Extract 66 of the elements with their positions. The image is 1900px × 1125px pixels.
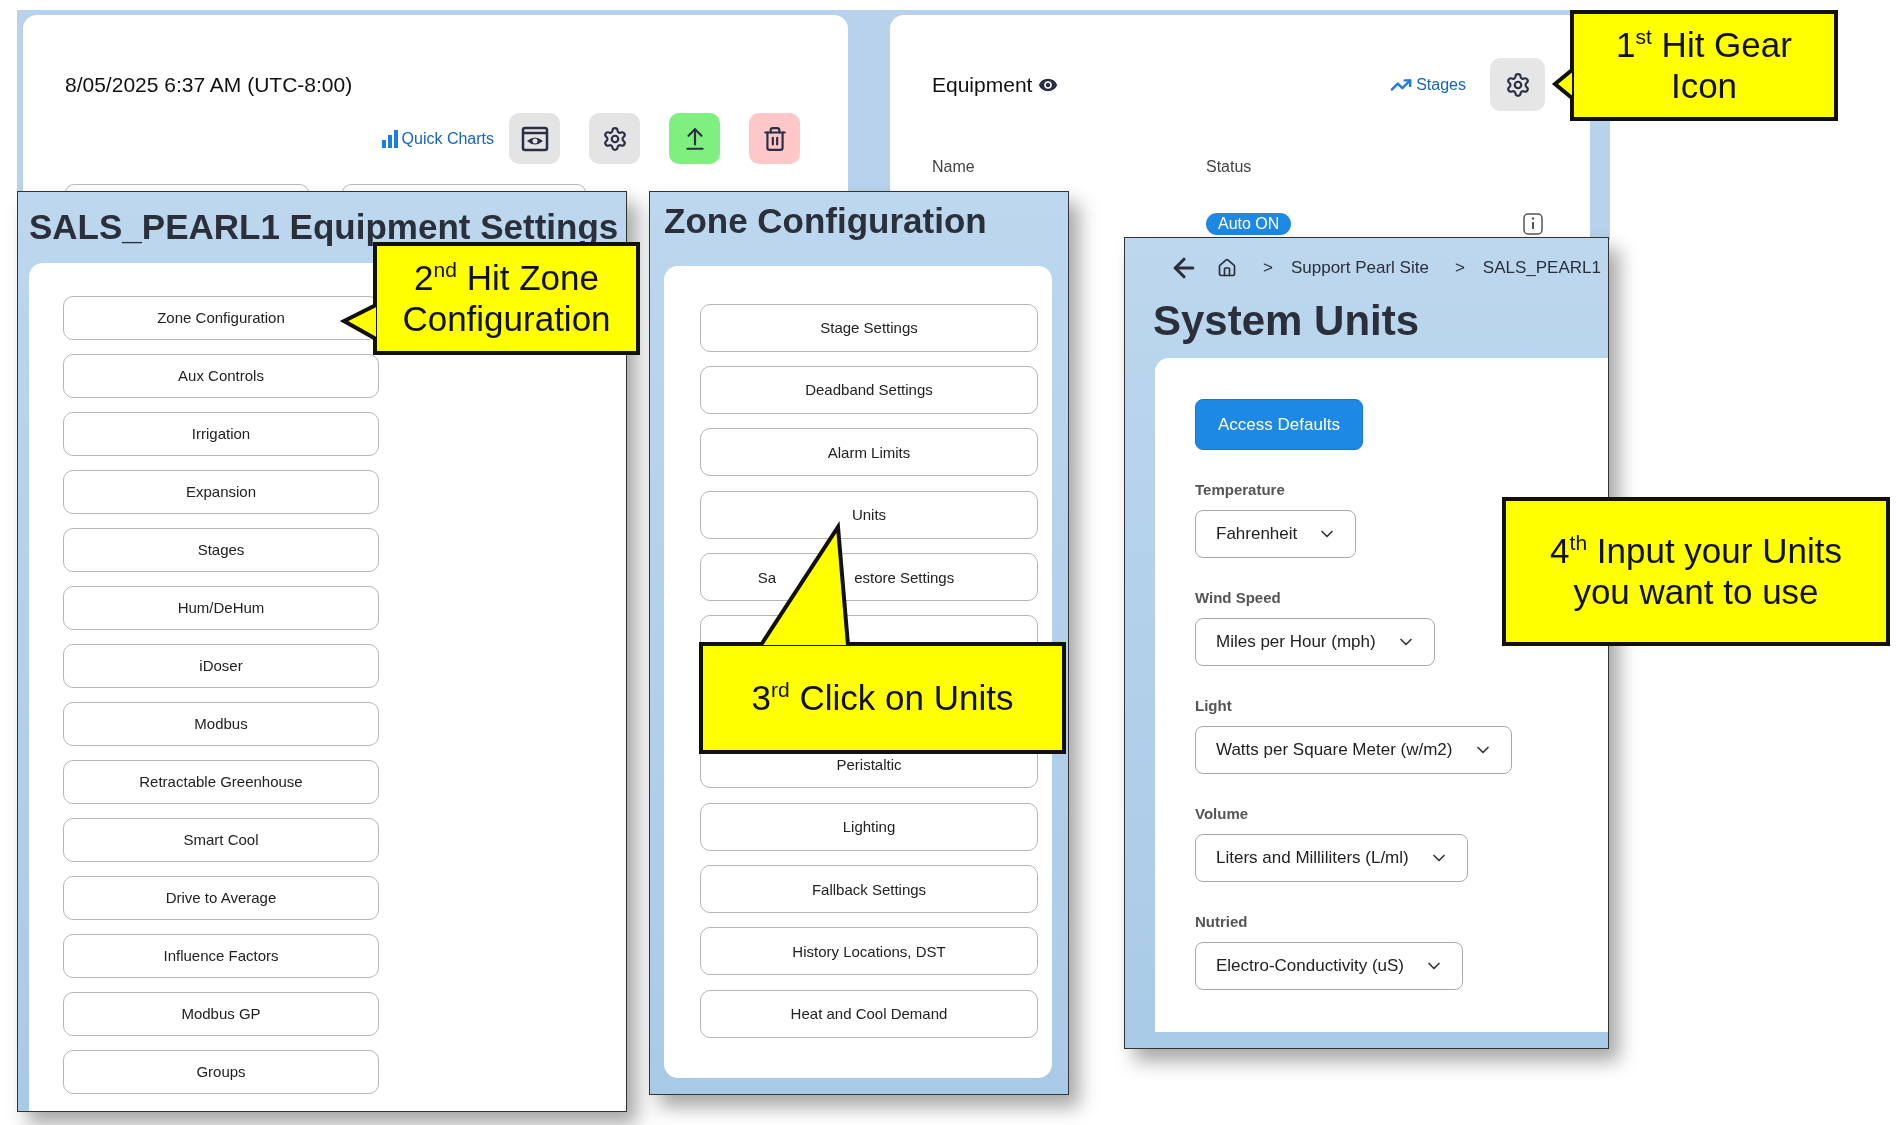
menu-button[interactable]: Retractable Greenhouse bbox=[63, 759, 379, 804]
select-field[interactable]: Fahrenheit bbox=[1195, 510, 1357, 559]
menu-button[interactable]: Modbus bbox=[63, 701, 379, 746]
menu-button[interactable]: Stage Settings bbox=[700, 303, 1038, 352]
callout-text: 2$^{nd}$ Hit Zone Configuration bbox=[402, 258, 611, 339]
callout-text: 3$^{rd}$ Click on Units bbox=[751, 677, 1014, 719]
status-badge: Auto ON bbox=[1206, 213, 1292, 235]
column-header: Name bbox=[932, 158, 976, 176]
menu-button[interactable]: Smart Cool bbox=[63, 817, 379, 862]
settings-icon bbox=[601, 125, 628, 152]
menu-button[interactable]: Deadband Settings bbox=[700, 365, 1038, 414]
select-field[interactable]: Liters and Milliliters (L/ml) bbox=[1195, 834, 1468, 883]
menu-button[interactable]: Lighting bbox=[700, 802, 1038, 851]
select-field[interactable]: Watts per Square Meter (w/m2) bbox=[1195, 726, 1512, 775]
window-title: Zone Configuration bbox=[663, 200, 988, 241]
settings-button[interactable] bbox=[589, 113, 640, 164]
upload-button[interactable] bbox=[669, 113, 720, 164]
menu-button[interactable]: Alarm Limits bbox=[700, 428, 1038, 477]
menu-button[interactable]: Expansion bbox=[63, 469, 379, 514]
select-field[interactable]: Electro-Conductivity (uS) bbox=[1195, 942, 1463, 991]
access-defaults-button[interactable]: Access Defaults bbox=[1195, 399, 1363, 451]
view-button[interactable] bbox=[509, 113, 560, 164]
bar-chart-icon bbox=[381, 129, 398, 148]
breadcrumb-link[interactable]: SALS_PEARL1 bbox=[1482, 258, 1601, 278]
field-label: Volume bbox=[1195, 805, 1249, 824]
breadcrumb-link[interactable]: Support Pearl Site bbox=[1290, 258, 1429, 278]
delete-button[interactable] bbox=[749, 113, 800, 164]
equipment-title: Equipment bbox=[932, 72, 1033, 97]
quick-charts-label: Quick Charts bbox=[401, 129, 494, 148]
menu-button[interactable]: Irrigation bbox=[63, 411, 379, 456]
select-field[interactable]: Miles per Hour (mph) bbox=[1195, 618, 1435, 667]
field-label: Nutried bbox=[1195, 913, 1248, 932]
home-icon[interactable] bbox=[1217, 258, 1237, 278]
breadcrumb-separator: > bbox=[1263, 258, 1273, 278]
callout-text: 1$^{st}$ Hit Gear Icon bbox=[1616, 25, 1792, 106]
callout-text: 4$^{th}$ Input your Units you want to use bbox=[1550, 531, 1842, 612]
settings-button[interactable] bbox=[1490, 58, 1545, 111]
button-label-fragment: estore Settings bbox=[854, 568, 955, 586]
button-label-fragment: Sa bbox=[757, 568, 777, 586]
info-icon[interactable] bbox=[1523, 213, 1543, 235]
menu-button[interactable]: History Locations, DST bbox=[700, 927, 1038, 976]
field-label: Light bbox=[1195, 697, 1232, 716]
breadcrumb-separator: > bbox=[1454, 258, 1465, 278]
field-label: Temperature bbox=[1195, 481, 1285, 500]
menu-button[interactable]: iDoser bbox=[63, 643, 379, 688]
menu-button[interactable]: Hum/DeHum bbox=[63, 585, 379, 630]
trash-icon bbox=[761, 125, 788, 152]
quick-charts-link[interactable]: Quick Charts bbox=[381, 129, 494, 148]
stages-label: Stages bbox=[1416, 75, 1466, 94]
view-icon bbox=[520, 125, 549, 152]
menu-button[interactable]: Influence Factors bbox=[63, 933, 379, 978]
column-header: Status bbox=[1206, 158, 1253, 176]
menu-button[interactable]: Groups bbox=[63, 1049, 379, 1094]
window-title: SALS_PEARL1 Equipment Settings bbox=[28, 206, 620, 247]
menu-button[interactable]: Drive to Average bbox=[63, 875, 379, 920]
field-label: Wind Speed bbox=[1195, 589, 1281, 608]
menu-button[interactable]: Aux Controls bbox=[63, 353, 379, 398]
menu-button[interactable]: Fallback Settings bbox=[700, 865, 1038, 913]
menu-button[interactable]: Heat and Cool Demand bbox=[700, 989, 1038, 1038]
menu-button[interactable]: Modbus GP bbox=[63, 991, 379, 1036]
menu-button[interactable]: Units bbox=[700, 490, 1038, 539]
menu-button[interactable]: Stages bbox=[63, 527, 379, 572]
settings-icon bbox=[1504, 71, 1531, 98]
stages-link[interactable]: Stages bbox=[1390, 73, 1466, 96]
page-title: System Units bbox=[1152, 296, 1421, 345]
date-time: 8/05/2025 6:37 AM (UTC-8:00) bbox=[65, 73, 354, 97]
